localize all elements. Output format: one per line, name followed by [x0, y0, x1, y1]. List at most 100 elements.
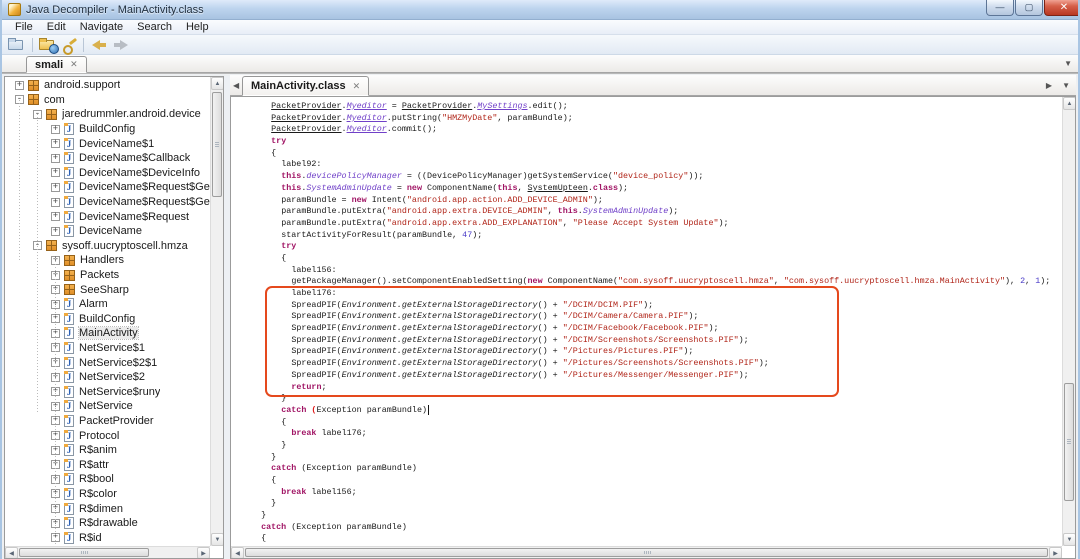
tree-item[interactable]: +JNetService$2	[5, 370, 210, 385]
tree-item[interactable]: +JDeviceName	[5, 224, 210, 239]
maximize-button[interactable]: ▢	[1015, 0, 1043, 16]
tree-item[interactable]: +JDeviceName$1	[5, 136, 210, 151]
tree-item[interactable]: +JMainActivity	[5, 326, 210, 341]
close-button[interactable]: ✕	[1044, 0, 1080, 16]
tree-item[interactable]: -com	[5, 93, 210, 108]
open-type-icon[interactable]	[39, 37, 57, 52]
tree-item[interactable]: +JDeviceName$Request	[5, 209, 210, 224]
tree-vertical-scrollbar[interactable]: ▲ ▼	[210, 77, 223, 546]
expand-icon[interactable]: +	[51, 154, 60, 163]
class-icon: J	[64, 517, 74, 529]
tab-list-icon[interactable]: ▼	[1062, 81, 1070, 90]
code-link[interactable]: PacketProvider	[402, 101, 472, 111]
scroll-right-icon[interactable]: ▶	[1049, 547, 1062, 559]
minimize-button[interactable]: —	[986, 0, 1014, 16]
menu-navigate[interactable]: Navigate	[73, 21, 130, 33]
expand-icon[interactable]: +	[51, 227, 60, 236]
forward-icon[interactable]	[112, 37, 130, 52]
scroll-right-icon[interactable]: ▶	[197, 547, 210, 559]
menu-help[interactable]: Help	[179, 21, 216, 33]
scroll-left-icon[interactable]: ◀	[5, 547, 18, 559]
tree-item[interactable]: +JR$dimen	[5, 501, 210, 516]
tree-item[interactable]: +JNetService	[5, 399, 210, 414]
tab-scroll-left-icon[interactable]: ◀	[233, 81, 239, 90]
tree-item[interactable]: +JAlarm	[5, 297, 210, 312]
tree-item-label: PacketProvider	[79, 415, 154, 427]
scroll-up-icon[interactable]: ▲	[1063, 97, 1076, 110]
open-file-icon[interactable]	[8, 37, 26, 52]
tree-scrollbar-thumb[interactable]	[212, 92, 222, 197]
tree-item[interactable]: +Handlers	[5, 253, 210, 268]
code-text: label156;	[306, 487, 356, 497]
code-text: "com.sysoff.uucryptoscell.hmza.MainActiv…	[784, 276, 1005, 286]
tree-item[interactable]: +JNetService$1	[5, 341, 210, 356]
tree-item[interactable]: +JNetService$runy	[5, 384, 210, 399]
tree-item[interactable]: +JDeviceName$DeviceInfo	[5, 166, 210, 181]
code-link[interactable]: PacketProvider	[271, 124, 341, 134]
code-horizontal-scrollbar[interactable]: ◀ ▶	[231, 546, 1062, 558]
menu-edit[interactable]: Edit	[40, 21, 73, 33]
menu-file[interactable]: File	[8, 21, 40, 33]
code-link[interactable]: PacketProvider	[271, 113, 341, 123]
tree-item[interactable]: +JR$id	[5, 530, 210, 545]
class-icon: J	[64, 444, 74, 456]
tree-item[interactable]: +JR$drawable	[5, 516, 210, 531]
code-link[interactable]: SystemUpteen	[528, 183, 588, 193]
tab-close-icon[interactable]: ✕	[70, 59, 78, 70]
tree-horizontal-scrollbar[interactable]: ◀ ▶	[5, 546, 210, 558]
tree-item[interactable]: +SeeSharp	[5, 282, 210, 297]
code-text: try	[271, 136, 286, 146]
code-text: )	[422, 405, 427, 415]
tab-mainactivity-class[interactable]: MainActivity.class ✕	[242, 76, 369, 96]
code-text: () +	[538, 311, 563, 321]
tree-hscrollbar-thumb[interactable]	[19, 548, 149, 557]
tree-item[interactable]: +JNetService$2$1	[5, 355, 210, 370]
code-text: "com.sysoff.uucryptoscell.hmza"	[618, 276, 774, 286]
tree-item[interactable]: +JDeviceName$Request$GetDeviceR	[5, 180, 210, 195]
tree-item-label: NetService$runy	[79, 386, 160, 398]
code-link[interactable]: PacketProvider	[271, 101, 341, 111]
tab-list-icon[interactable]: ▼	[1064, 59, 1072, 68]
code-hscrollbar-thumb[interactable]	[245, 548, 1048, 557]
code-scrollbar-thumb[interactable]	[1064, 383, 1074, 501]
tab-smali[interactable]: smali ✕	[26, 56, 87, 73]
menu-search[interactable]: Search	[130, 21, 179, 33]
code-vertical-scrollbar[interactable]: ▲ ▼	[1062, 97, 1075, 546]
scroll-down-icon[interactable]: ▼	[1063, 533, 1076, 546]
scroll-left-icon[interactable]: ◀	[231, 547, 244, 559]
tree-item[interactable]: +android.support	[5, 78, 210, 93]
expand-icon[interactable]: +	[51, 198, 60, 207]
tree-item[interactable]: +JProtocol	[5, 428, 210, 443]
tree-item[interactable]: +JPacketProvider	[5, 414, 210, 429]
code-text: SpreadPIF(	[291, 346, 341, 356]
expand-icon[interactable]: +	[51, 125, 60, 134]
expand-icon[interactable]: +	[51, 168, 60, 177]
tree-item-label: R$dimen	[79, 503, 123, 515]
back-icon[interactable]	[90, 37, 108, 52]
tree-item[interactable]: -sysoff.uucryptoscell.hmza	[5, 239, 210, 254]
expand-icon[interactable]: +	[15, 81, 24, 90]
tree-item[interactable]: +JR$color	[5, 487, 210, 502]
tree-item[interactable]: +Packets	[5, 268, 210, 283]
tree-item[interactable]: -jaredrummler.android.device	[5, 107, 210, 122]
expand-icon[interactable]: +	[51, 183, 60, 192]
scroll-down-icon[interactable]: ▼	[211, 533, 224, 546]
code-text: Environment.getExternalStorageDirectory	[342, 300, 538, 310]
tree-item[interactable]: +JR$anim	[5, 443, 210, 458]
code-content[interactable]: PacketProvider.Myeditor = PacketProvider…	[231, 97, 1062, 558]
tree-item[interactable]: +JDeviceName$Callback	[5, 151, 210, 166]
tab-close-icon[interactable]: ✕	[353, 81, 361, 92]
scroll-up-icon[interactable]: ▲	[211, 77, 224, 90]
tree-item[interactable]: +JBuildConfig	[5, 312, 210, 327]
tree-item[interactable]: +JDeviceName$Request$GetDeviceR	[5, 195, 210, 210]
tree-item[interactable]: +JR$bool	[5, 472, 210, 487]
code-text: SystemAdminUpdate	[306, 183, 391, 193]
tab-scroll-right-icon[interactable]: ▶	[1046, 81, 1052, 90]
package-tree-pane: +android.support-com-jaredrummler.androi…	[4, 76, 224, 559]
expand-icon[interactable]: +	[51, 139, 60, 148]
search-icon[interactable]	[61, 37, 77, 53]
expand-icon[interactable]: +	[51, 212, 60, 221]
tree-item[interactable]: +JR$attr	[5, 457, 210, 472]
tree-item[interactable]: +JBuildConfig	[5, 122, 210, 137]
tree-item-label: BuildConfig	[79, 123, 135, 135]
